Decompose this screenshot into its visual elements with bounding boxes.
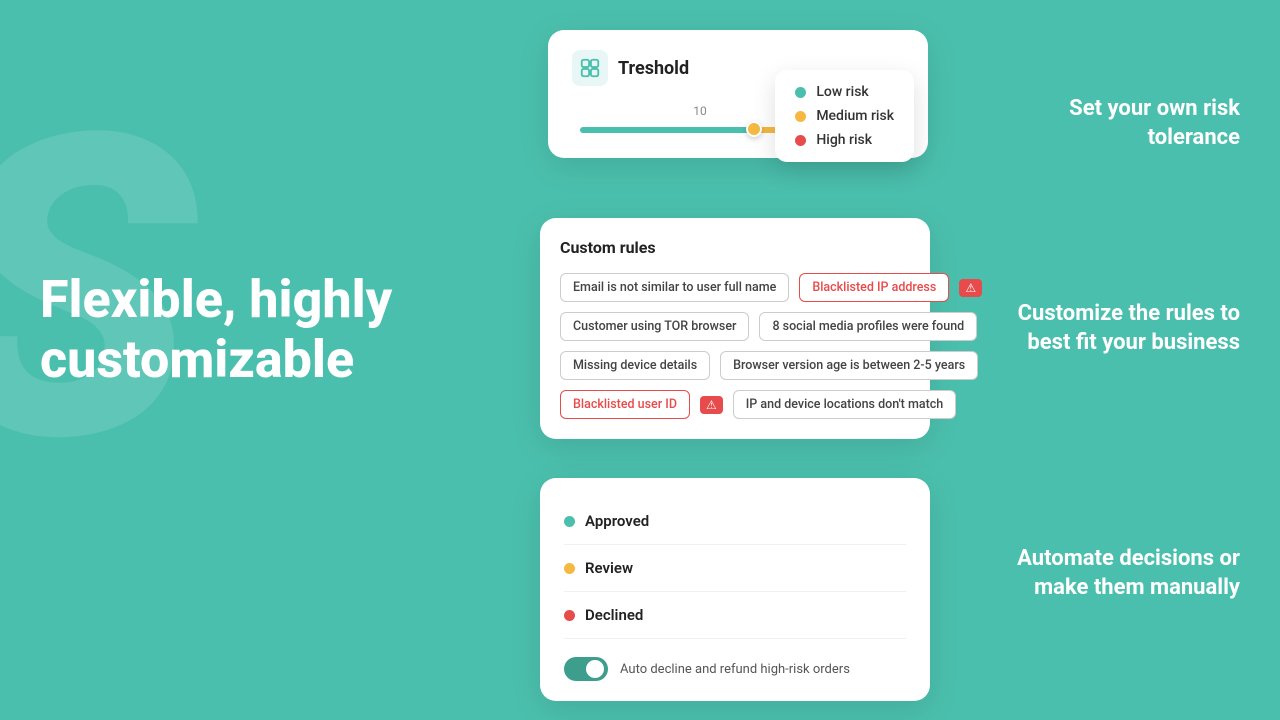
review-dot: [564, 563, 575, 574]
rules-row-1: Email is not similar to user full name B…: [560, 273, 910, 302]
declined-dot: [564, 610, 575, 621]
toggle-knob: [586, 660, 604, 678]
auto-decline-toggle-row: Auto decline and refund high-risk orders: [564, 643, 906, 681]
rule-tag-location[interactable]: IP and device locations don't match: [733, 390, 956, 419]
legend-low: Low risk: [795, 84, 894, 100]
rule-tag-browser-version[interactable]: Browser version age is between 2-5 years: [720, 351, 978, 380]
rules-grid: Email is not similar to user full name B…: [560, 273, 910, 419]
decision-approved-label: Approved: [585, 512, 649, 530]
right-label-1: Set your own risk tolerance: [980, 95, 1240, 152]
approved-dot: [564, 516, 575, 527]
main-heading: Flexible, highly customizable: [40, 270, 500, 390]
rule-tag-blacklisted-ip[interactable]: Blacklisted IP address: [799, 273, 949, 302]
rule-tag-device[interactable]: Missing device details: [560, 351, 710, 380]
rules-row-2: Customer using TOR browser 8 social medi…: [560, 312, 910, 341]
right-label-3: Automate decisions or make them manually: [980, 545, 1240, 602]
decision-declined-row: Declined: [564, 592, 906, 639]
rules-row-4: Blacklisted user ID ⚠ IP and device loca…: [560, 390, 910, 419]
custom-rules-title: Custom rules: [560, 238, 910, 257]
decisions-card: Approved Review Declined Auto decline an…: [540, 478, 930, 701]
alert-badge-user: ⚠: [700, 396, 723, 414]
alert-badge-ip: ⚠: [959, 279, 982, 297]
decision-approved-row: Approved: [564, 498, 906, 545]
legend-medium: Medium risk: [795, 108, 894, 124]
legend-popup: Low risk Medium risk High risk: [775, 70, 914, 162]
rules-row-3: Missing device details Browser version a…: [560, 351, 910, 380]
threshold-icon: [572, 50, 608, 86]
toggle-label: Auto decline and refund high-risk orders: [620, 662, 850, 677]
slider-thumb-yellow[interactable]: [746, 121, 762, 137]
threshold-title: Treshold: [618, 58, 689, 79]
threshold-card: Treshold Low risk Medium risk High risk …: [548, 30, 928, 158]
decision-review-label: Review: [585, 559, 633, 577]
custom-rules-card: Custom rules Email is not similar to use…: [540, 218, 930, 439]
rule-tag-email[interactable]: Email is not similar to user full name: [560, 273, 789, 302]
rule-tag-blacklisted-user[interactable]: Blacklisted user ID: [560, 390, 690, 419]
decision-review-row: Review: [564, 545, 906, 592]
high-risk-dot: [795, 135, 806, 146]
medium-risk-dot: [795, 111, 806, 122]
auto-decline-toggle[interactable]: [564, 657, 608, 681]
track-green: [580, 127, 754, 133]
decision-declined-label: Declined: [585, 606, 643, 624]
legend-high: High risk: [795, 132, 894, 148]
slider-value-1: 10: [693, 104, 707, 118]
rule-tag-social[interactable]: 8 social media profiles were found: [759, 312, 977, 341]
low-risk-dot: [795, 87, 806, 98]
right-label-2: Customize the rules to best fit your bus…: [980, 300, 1240, 357]
rule-tag-tor[interactable]: Customer using TOR browser: [560, 312, 749, 341]
